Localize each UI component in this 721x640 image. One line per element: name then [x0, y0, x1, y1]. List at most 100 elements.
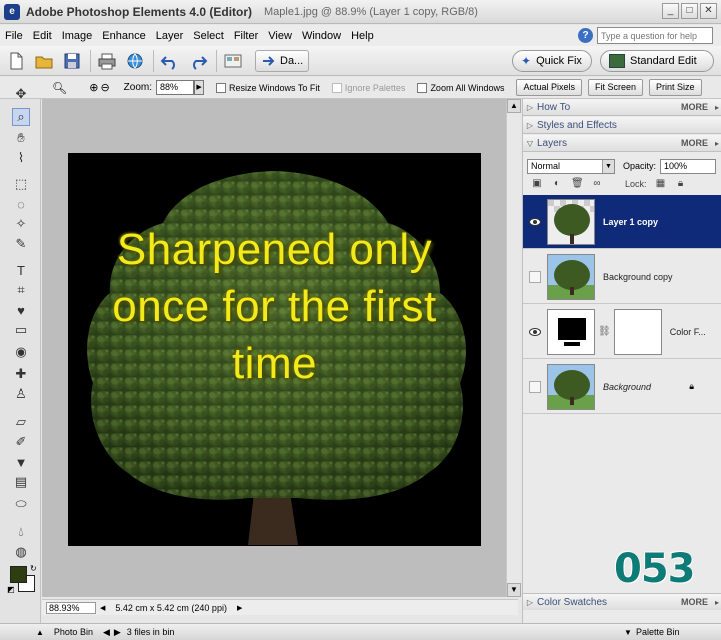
menu-window[interactable]: Window [297, 30, 346, 42]
layer-row-background-copy[interactable]: Background copy [523, 250, 721, 304]
gradient-tool-icon[interactable]: ▤ [12, 473, 30, 491]
lasso-tool-icon[interactable]: ◌ [12, 195, 30, 213]
cookie-cutter-tool-icon[interactable]: ♥ [12, 301, 30, 319]
clone-stamp-tool-icon[interactable]: ♙ [12, 385, 30, 403]
layer-row-background[interactable]: Background 🔒︎ [523, 360, 721, 414]
zoom-stepper-arrow-icon[interactable]: ▶ [194, 80, 205, 95]
layers-more-button[interactable]: MORE [681, 138, 708, 148]
close-button[interactable]: ✕ [700, 3, 717, 19]
link-layers-icon[interactable]: ∞ [591, 178, 603, 190]
visibility-eye-icon[interactable] [527, 214, 543, 230]
expanded-arrow-icon[interactable]: ▽ [523, 139, 537, 148]
redo-button[interactable] [186, 49, 210, 73]
image-workspace[interactable]: Sharpened only once for the first time [42, 99, 516, 597]
menu-layer[interactable]: Layer [151, 30, 189, 42]
document-image[interactable]: Sharpened only once for the first time [68, 153, 481, 546]
zoom-all-option[interactable]: Zoom All Windows [417, 82, 504, 93]
default-colors-icon[interactable]: ◩ [7, 585, 15, 594]
menu-filter[interactable]: Filter [229, 30, 263, 42]
color-swatches-palette-header[interactable]: ▷ Color Swatches MORE ▸ [523, 593, 721, 610]
lock-all-icon[interactable]: 🔒︎ [675, 178, 687, 190]
styles-palette-header[interactable]: ▷ Styles and Effects [523, 117, 721, 134]
palette-bin-label[interactable]: Palette Bin [636, 627, 680, 637]
photo-bin-forward-icon[interactable]: ▶ [114, 627, 121, 638]
move-tool-icon[interactable]: ✥ [12, 85, 30, 103]
eyedropper-tool-icon[interactable]: ⌇ [12, 149, 30, 167]
selection-brush-tool-icon[interactable]: ✎ [12, 235, 30, 253]
save-button[interactable] [60, 49, 84, 73]
ignore-palettes-option[interactable]: Ignore Palettes [331, 82, 405, 93]
fit-screen-button[interactable]: Fit Screen [588, 79, 644, 96]
marquee-tool-icon[interactable]: ⬚ [12, 175, 30, 193]
visibility-toggle[interactable] [527, 269, 543, 285]
foreground-color-swatch[interactable] [10, 566, 27, 583]
collapsed-arrow-icon[interactable]: ▷ [523, 121, 537, 130]
opacity-input[interactable]: 100% [660, 158, 717, 174]
lock-transparency-icon[interactable]: ▦ [655, 178, 667, 190]
zoom-in-icon[interactable]: ⊕ [89, 81, 98, 94]
open-button[interactable] [32, 49, 56, 73]
layer-row-layer-1-copy[interactable]: Layer 1 copy [523, 195, 721, 249]
ignore-palettes-checkbox[interactable] [331, 82, 342, 93]
status-zoom-value[interactable]: 88.93% [46, 601, 96, 614]
collapsed-arrow-icon[interactable]: ▷ [523, 103, 537, 112]
create-button[interactable]: Da... [255, 49, 310, 72]
zoom-out-icon[interactable]: ⊖ [100, 81, 109, 94]
actual-pixels-button[interactable]: Actual Pixels [516, 79, 582, 96]
minimize-button[interactable]: _ [662, 3, 679, 19]
undo-button[interactable] [158, 49, 182, 73]
brush-tool-icon[interactable]: ✐ [12, 433, 30, 451]
new-layer-icon[interactable]: ▣ [531, 178, 543, 190]
menu-edit[interactable]: Edit [28, 30, 57, 42]
palette-bin-toggle-icon[interactable]: ▼ [624, 628, 632, 637]
new-file-button[interactable] [4, 49, 28, 73]
delete-layer-icon[interactable]: 🗑︎ [571, 178, 584, 190]
menu-view[interactable]: View [263, 30, 297, 42]
standard-edit-button[interactable]: Standard Edit [600, 50, 714, 72]
print-size-button[interactable]: Print Size [649, 79, 702, 96]
menu-help[interactable]: Help [346, 30, 379, 42]
layer-row-color-fill[interactable]: ⛓︎ Color F... [523, 305, 721, 359]
shape-tool-icon[interactable]: ⬭ [12, 495, 30, 513]
visibility-eye-icon[interactable] [527, 324, 543, 340]
color-swatches-more-button[interactable]: MORE [681, 597, 708, 607]
photo-bin-label[interactable]: Photo Bin [54, 627, 93, 637]
resize-windows-checkbox[interactable] [216, 82, 227, 93]
red-eye-tool-icon[interactable]: ◉ [12, 343, 30, 361]
menu-file[interactable]: File [0, 30, 28, 42]
quick-fix-button[interactable]: ✦ Quick Fix [512, 50, 592, 72]
collapsed-arrow-icon[interactable]: ▷ [523, 598, 537, 607]
organizer-button[interactable] [221, 49, 245, 73]
how-to-palette-header[interactable]: ▷ How To MORE ▸ [523, 99, 721, 116]
menu-enhance[interactable]: Enhance [97, 30, 150, 42]
straighten-tool-icon[interactable]: ▭ [12, 321, 30, 339]
help-search-input[interactable] [597, 27, 713, 44]
zoom-tool-icon[interactable]: 🔍︎ [52, 81, 67, 95]
zoom-all-checkbox[interactable] [417, 82, 428, 93]
visibility-toggle[interactable] [527, 379, 543, 395]
photo-bin-back-icon[interactable]: ◀ [103, 627, 110, 638]
photo-bin-toggle-icon[interactable]: ▲ [36, 628, 44, 637]
scroll-down-icon[interactable]: ▼ [507, 583, 521, 597]
scroll-up-icon[interactable]: ▲ [507, 99, 521, 113]
resize-windows-option[interactable]: Resize Windows To Fit [216, 82, 320, 93]
hand-tool-icon[interactable]: ✋︎ [12, 129, 30, 147]
swap-colors-icon[interactable]: ↻ [30, 564, 37, 573]
healing-brush-tool-icon[interactable]: ✚ [12, 365, 30, 383]
type-tool-icon[interactable]: T [12, 261, 30, 279]
zoom-value-input[interactable]: 88% [156, 80, 195, 95]
sponge-tool-icon[interactable]: ◍ [12, 543, 30, 561]
layers-palette-header[interactable]: ▽ Layers MORE ▸ [523, 135, 721, 152]
magic-wand-tool-icon[interactable]: ✧ [12, 215, 30, 233]
eraser-tool-icon[interactable]: ▱ [12, 413, 30, 431]
how-to-more-button[interactable]: MORE [681, 102, 708, 112]
online-services-button[interactable] [123, 49, 147, 73]
status-arrow-icon[interactable]: ◀ [100, 604, 105, 612]
adjustment-layer-icon[interactable]: ◐ [551, 178, 563, 190]
dropdown-arrow-icon[interactable]: ▼ [602, 159, 614, 173]
zoom-tool-icon[interactable]: ⌕ [12, 108, 30, 126]
menu-image[interactable]: Image [57, 30, 98, 42]
paint-bucket-tool-icon[interactable]: ▼ [12, 453, 30, 471]
help-icon[interactable]: ? [578, 28, 593, 43]
status-menu-arrow-icon[interactable]: ▶ [237, 604, 242, 612]
